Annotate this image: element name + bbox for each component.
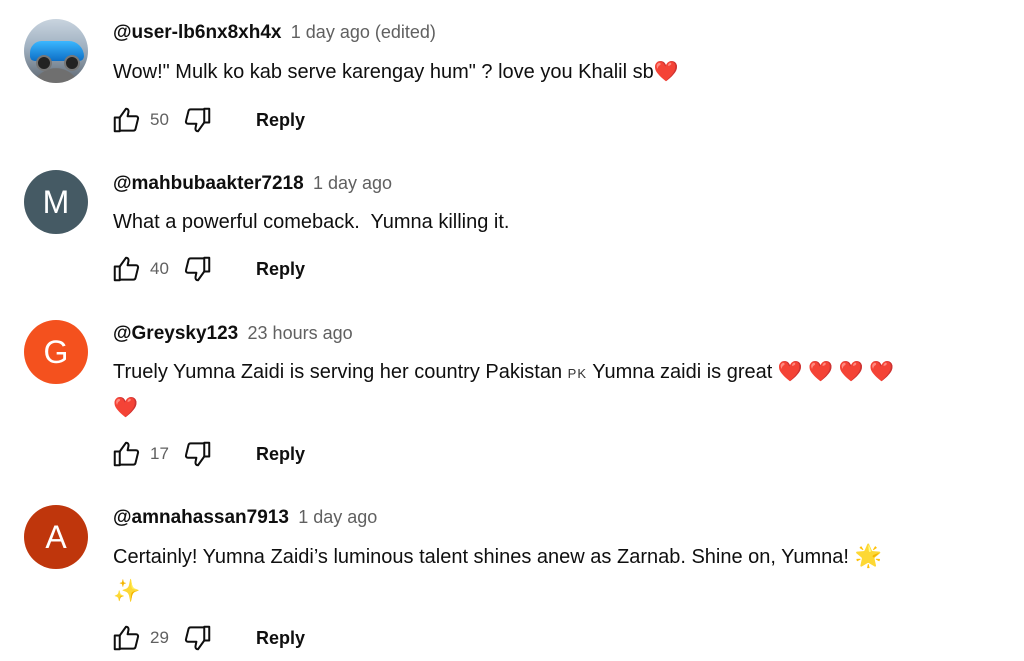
comment-body: Wow!" Mulk ko kab serve karengay hum" ? … <box>113 61 654 83</box>
comment-body: What a powerful comeback. Yumna killing … <box>113 211 510 233</box>
like-count: 50 <box>150 110 169 129</box>
like-count: 40 <box>150 259 169 278</box>
heart-emoji: ❤️ <box>653 61 679 83</box>
car-wheel-icon <box>64 55 80 71</box>
sparkles-emoji: ✨ <box>113 578 141 603</box>
reply-button[interactable]: Reply <box>256 444 305 465</box>
car-wheel-icon <box>36 55 52 71</box>
comment-text: Wow!" Mulk ko kab serve karengay hum" ? … <box>113 55 993 89</box>
reply-button[interactable]: Reply <box>256 259 305 280</box>
comment-text: Certainly! Yumna Zaidi’s luminous talent… <box>113 539 993 609</box>
comment-text: Truely Yumna Zaidi is serving her countr… <box>113 355 993 425</box>
heart-emoji: ❤️ <box>113 397 138 419</box>
comment-header: @mahbubaakter7218 1 day ago <box>113 173 392 195</box>
avatar-letter: A <box>45 518 67 555</box>
thumb-up-icon[interactable] <box>110 104 142 136</box>
flag-emoji: PK <box>567 366 587 381</box>
author-handle[interactable]: @mahbubaakter7218 <box>113 173 304 194</box>
comment-header: @Greysky123 23 hours ago <box>113 323 353 345</box>
thumb-up-icon[interactable] <box>110 253 142 285</box>
comment-text: What a powerful comeback. Yumna killing … <box>113 205 993 239</box>
comment-body: Truely Yumna Zaidi is serving her countr… <box>113 361 563 383</box>
avatar-letter: G <box>43 333 69 370</box>
glowing-star-emoji: 🌟 <box>854 543 882 568</box>
comment-actions: 17 Reply <box>110 436 305 472</box>
timestamp[interactable]: 1 day ago <box>313 173 392 193</box>
comment-actions: 50 Reply <box>110 102 305 138</box>
author-handle[interactable]: @user-lb6nx8xh4x <box>113 22 282 43</box>
timestamp[interactable]: 1 day ago (edited) <box>291 22 436 42</box>
comment-actions: 29 Reply <box>110 620 305 656</box>
comment-header: @amnahassan7913 1 day ago <box>113 507 377 529</box>
thumb-up-icon[interactable] <box>110 622 142 654</box>
thumb-down-icon[interactable] <box>182 104 214 136</box>
comment-body-cont: Yumna zaidi is great <box>592 361 773 383</box>
comment-header: @user-lb6nx8xh4x 1 day ago (edited) <box>113 22 436 44</box>
avatar[interactable]: M <box>24 170 88 234</box>
avatar[interactable] <box>24 19 88 83</box>
thumb-up-icon[interactable] <box>110 438 142 470</box>
thumb-down-icon[interactable] <box>182 253 214 285</box>
avatar[interactable]: G <box>24 320 88 384</box>
heart-emoji-row: ❤️ ❤️ ❤️ ❤️ <box>777 361 895 383</box>
comment-body: Certainly! Yumna Zaidi’s luminous talent… <box>113 546 849 568</box>
thumb-down-icon[interactable] <box>182 622 214 654</box>
like-count: 17 <box>150 444 169 463</box>
author-handle[interactable]: @Greysky123 <box>113 323 238 344</box>
comment-actions: 40 Reply <box>110 251 305 287</box>
reply-button[interactable]: Reply <box>256 628 305 649</box>
author-handle[interactable]: @amnahassan7913 <box>113 507 289 528</box>
timestamp[interactable]: 1 day ago <box>298 507 377 527</box>
avatar-letter: M <box>42 183 70 220</box>
like-count: 29 <box>150 628 169 647</box>
avatar[interactable]: A <box>24 505 88 569</box>
timestamp[interactable]: 23 hours ago <box>248 323 353 343</box>
reply-button[interactable]: Reply <box>256 110 305 131</box>
thumb-down-icon[interactable] <box>182 438 214 470</box>
